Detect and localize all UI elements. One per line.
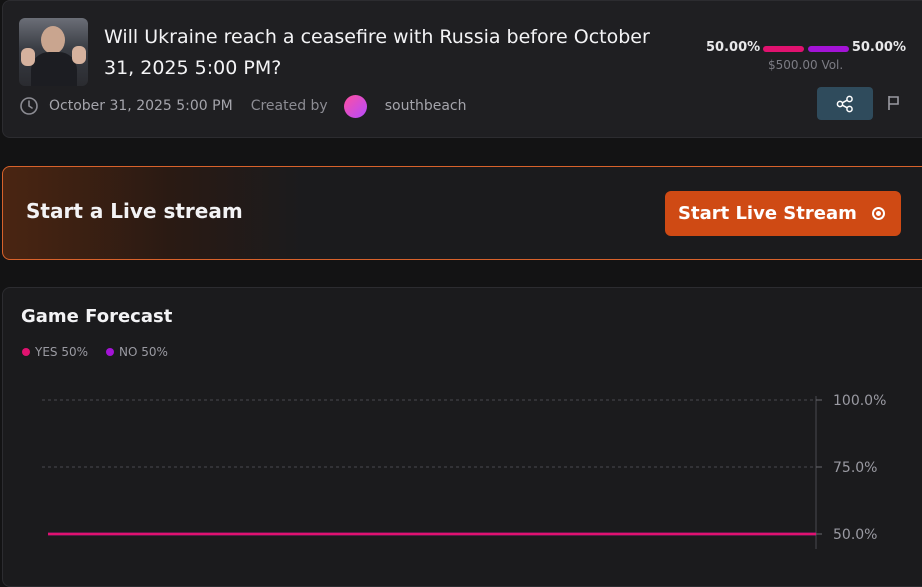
yes-odds-bar [763,46,804,52]
end-date: October 31, 2025 5:00 PM [49,98,233,114]
y-tick-label: 50.0% [833,527,877,543]
creator-name[interactable]: southbeach [385,98,467,114]
market-title: Will Ukraine reach a ceasefire with Russ… [104,26,650,79]
forecast-chart: 100.0% 75.0% 50.0% [42,393,886,549]
flag-icon[interactable] [886,94,902,112]
live-stream-label: Start a Live stream [26,199,243,223]
odds-summary: 50.00% 50.00% $500.00 Vol. [706,40,906,80]
record-icon [872,207,885,220]
y-tick-label: 100.0% [833,393,886,409]
share-icon [836,95,853,112]
volume: $500.00 Vol. [768,58,844,72]
start-live-stream-label: Start Live Stream [678,203,857,224]
market-meta-row: October 31, 2025 5:00 PM Created by sout… [19,94,467,118]
yes-percent: 50.00% [706,40,761,55]
share-button[interactable] [817,87,873,120]
no-odds-bar [808,46,849,52]
y-tick-label: 75.0% [833,460,877,476]
market-thumbnail-image [19,18,88,86]
created-by-label: Created by [250,98,328,114]
clock-icon [20,97,38,115]
creator-avatar[interactable] [343,94,367,118]
start-live-stream-button[interactable]: Start Live Stream [665,191,901,236]
live-stream-card: Start a Live stream Start Live Stream [2,166,922,260]
no-percent: 50.00% [851,40,906,55]
